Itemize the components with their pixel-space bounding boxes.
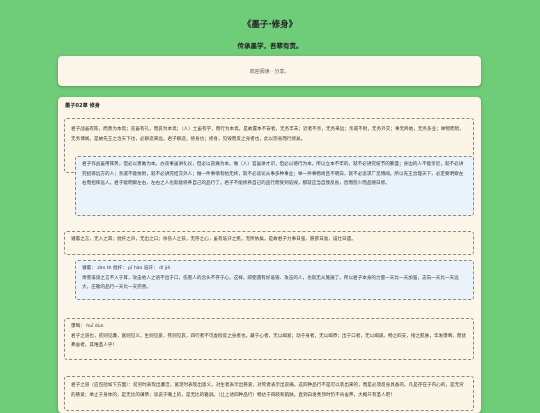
section-1-translation-text: 君子作战虽用阵势，但必以勇敢为本。办丧事虽讲礼仪，但必以哀痛为本。做（人）官虽讲… [82,162,464,186]
section-2-original-text: 谮慝之言，无入之耳；批扞之声，无出之口；杀伤人之孩，无存之心，虽有诋讦之民，无所… [71,237,356,242]
section-1-original-text: 君子战虽有陈，而勇为本焉；丧虽有礼，而哀为本焉；（人）士虽有学，而行为本焉。是故… [71,127,464,142]
section-1-translation: 君子作战虽用阵势，但必以勇敢为本。办丧事虽讲礼仪，但必以哀痛为本。做（人）官虽讲… [75,156,474,216]
page-title: 《墨子·修身》 [242,20,298,30]
welcome-text: 欢迎阅读 · 分享。 [249,68,290,75]
section-3-translation: 君子之道（应包括如下方面）：贫穷时表现出廉洁，富足时表现出恩义，对生者表示出慈爱… [64,376,474,411]
section-2-translation: 谮慝： zèn tè 批扞： pī hàn 诋讦： dǐ jié 谗害诽谤之言不… [75,260,474,300]
page-subtitle: 传承墨学，吾辈有责。 [237,42,303,50]
content-panel: 墨子02章 修身 君子战虽有陈，而勇为本焉；丧虽有礼，而哀为本焉；（人）士虽有学… [58,97,481,413]
section-2-original: 谮慝之言，无入之耳；批扞之声，无出之口；杀伤人之孩，无存之心，虽有诋讦之民，无所… [64,231,474,255]
chapter-title: 墨子02章 修身 [65,103,100,109]
section-3-translation-text: 君子之道（应包括如下方面）：贫穷时表现出廉洁，富足时表现出恩义，对生者表示出慈爱… [71,383,464,398]
section-2-translation-text: 谗害诽谤之言不入于耳，攻击他人之语不出于口，伤害人的念头不存于心。这样，即使遇有… [82,275,459,291]
welcome-banner: 欢迎阅读 · 分享。 [58,56,481,86]
section-3-original-text: 君子之道也，贫则见廉，富则见义，生则见爱，死则见哀，四行者不可虚假反之身者也。藏… [71,333,467,349]
section-3-pronunciation-note: 隳晦： huī dùn [71,324,104,329]
section-3-original: 隳晦： huī dùn 君子之道也，贫则见廉，富则见义，生则见爱，死则见哀，四行… [64,318,474,360]
section-2-pronunciation-note: 谮慝： zèn tè 批扞： pī hàn 诋讦： dǐ jié [82,266,171,271]
